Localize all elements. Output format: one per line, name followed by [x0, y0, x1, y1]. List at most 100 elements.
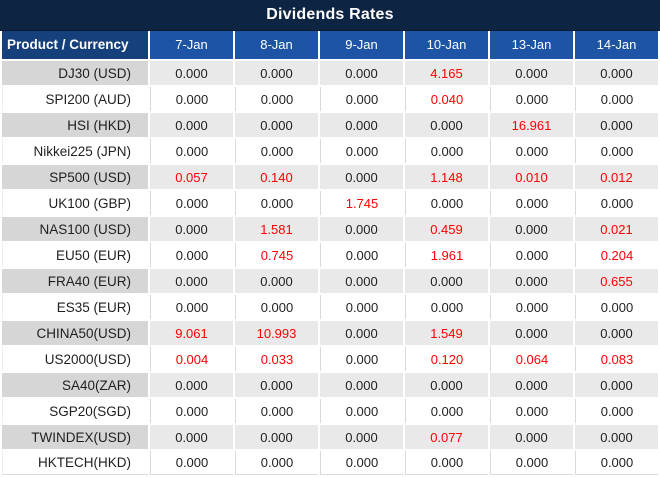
value-cell: 0.000 — [150, 139, 233, 163]
dividends-rates-table: Dividends Rates Product / Currency 7-Jan… — [0, 0, 660, 477]
value-cell: 0.000 — [575, 373, 658, 397]
value-cell: 0.057 — [150, 165, 233, 189]
value-cell: 0.012 — [575, 165, 658, 189]
value-cell: 0.000 — [490, 191, 573, 215]
value-cell: 0.000 — [575, 139, 658, 163]
product-cell: TWINDEX(USD) — [2, 425, 148, 449]
value-cell: 0.000 — [235, 191, 318, 215]
value-cell: 0.000 — [150, 425, 233, 449]
value-cell: 0.000 — [490, 139, 573, 163]
value-cell: 0.000 — [405, 191, 488, 215]
value-cell: 0.745 — [235, 243, 318, 267]
table-row: HKTECH(HKD) 0.000 0.000 0.000 0.000 0.000 0.00… — [2, 451, 658, 475]
value-cell: 0.000 — [405, 451, 488, 475]
product-cell: CHINA50(USD) — [2, 321, 148, 345]
table-row: SP500 (USD) 0.057 0.140 0.000 1.148 0.010 0.01… — [2, 165, 658, 189]
value-cell: 0.000 — [320, 61, 403, 85]
value-cell: 0.000 — [490, 61, 573, 85]
value-cell: 0.000 — [575, 113, 658, 137]
value-cell: 0.000 — [320, 139, 403, 163]
value-cell: 0.000 — [575, 87, 658, 111]
product-cell: SA40(ZAR) — [2, 373, 148, 397]
table-row: NAS100 (USD) 0.000 1.581 0.000 0.459 0.000 0.0… — [2, 217, 658, 241]
value-cell: 0.000 — [320, 165, 403, 189]
value-cell: 0.000 — [575, 61, 658, 85]
value-cell: 0.000 — [150, 87, 233, 111]
value-cell: 0.000 — [575, 451, 658, 475]
value-cell: 1.581 — [235, 217, 318, 241]
value-cell: 0.000 — [320, 243, 403, 267]
value-cell: 0.000 — [490, 451, 573, 475]
value-cell: 0.004 — [150, 347, 233, 371]
value-cell: 0.000 — [490, 321, 573, 345]
value-cell: 0.655 — [575, 269, 658, 293]
page-title: Dividends Rates — [266, 6, 394, 23]
value-cell: 0.000 — [490, 425, 573, 449]
value-cell: 0.010 — [490, 165, 573, 189]
value-cell: 0.000 — [490, 217, 573, 241]
value-cell: 0.000 — [320, 373, 403, 397]
table-row: SGP20(SGD) 0.000 0.000 0.000 0.000 0.000 0.000 — [2, 399, 658, 423]
value-cell: 10.993 — [235, 321, 318, 345]
table-row: TWINDEX(USD) 0.000 0.000 0.000 0.077 0.000 0.0… — [2, 425, 658, 449]
value-cell: 0.064 — [490, 347, 573, 371]
table-row: Nikkei225 (JPN) 0.000 0.000 0.000 0.000 0.000… — [2, 139, 658, 163]
value-cell: 1.549 — [405, 321, 488, 345]
value-cell: 0.000 — [235, 373, 318, 397]
table-row: FRA40 (EUR) 0.000 0.000 0.000 0.000 0.000 0.65… — [2, 269, 658, 293]
value-cell: 0.000 — [490, 373, 573, 397]
table-row: HSI (HKD) 0.000 0.000 0.000 0.000 16.961 0.000 — [2, 113, 658, 137]
product-cell: Nikkei225 (JPN) — [2, 139, 148, 163]
value-cell: 1.148 — [405, 165, 488, 189]
value-cell: 0.000 — [150, 113, 233, 137]
product-cell: FRA40 (EUR) — [2, 269, 148, 293]
value-cell: 0.000 — [320, 269, 403, 293]
value-cell: 0.000 — [405, 269, 488, 293]
value-cell: 0.083 — [575, 347, 658, 371]
value-cell: 0.000 — [235, 113, 318, 137]
table-row: SPI200 (AUD) 0.000 0.000 0.000 0.040 0.000 0.0… — [2, 87, 658, 111]
rates-table-body: DJ30 (USD) 0.000 0.000 0.000 4.165 0.000 0.000… — [2, 61, 658, 475]
product-currency-header: Product / Currency — [2, 31, 148, 59]
value-cell: 0.000 — [235, 399, 318, 423]
value-cell: 0.000 — [150, 451, 233, 475]
value-cell: 0.000 — [320, 399, 403, 423]
value-cell: 0.000 — [575, 321, 658, 345]
value-cell: 0.000 — [235, 295, 318, 319]
product-cell: DJ30 (USD) — [2, 61, 148, 85]
value-cell: 0.000 — [405, 373, 488, 397]
table-row: ES35 (EUR) 0.000 0.000 0.000 0.000 0.000 0.000 — [2, 295, 658, 319]
value-cell: 0.204 — [575, 243, 658, 267]
header-row: Product / Currency 7-Jan 8-Jan 9-Jan 10-Jan… — [0, 31, 660, 59]
value-cell: 0.000 — [320, 451, 403, 475]
table-row: SA40(ZAR) 0.000 0.000 0.000 0.000 0.000 0.000 — [2, 373, 658, 397]
value-cell: 0.000 — [150, 243, 233, 267]
value-cell: 0.000 — [575, 425, 658, 449]
table-row: DJ30 (USD) 0.000 0.000 0.000 4.165 0.000 0.000 — [2, 61, 658, 85]
value-cell: 0.000 — [320, 113, 403, 137]
value-cell: 0.000 — [235, 451, 318, 475]
value-cell: 0.000 — [235, 139, 318, 163]
value-cell: 0.000 — [150, 191, 233, 215]
table-row: CHINA50(USD) 9.061 10.993 0.000 1.549 0.000 0.… — [2, 321, 658, 345]
product-cell: ES35 (EUR) — [2, 295, 148, 319]
value-cell: 0.000 — [150, 373, 233, 397]
value-cell: 0.000 — [235, 425, 318, 449]
date-header: 8-Jan — [235, 31, 318, 59]
product-cell: EU50 (EUR) — [2, 243, 148, 267]
product-cell: UK100 (GBP) — [2, 191, 148, 215]
value-cell: 0.459 — [405, 217, 488, 241]
product-cell: NAS100 (USD) — [2, 217, 148, 241]
value-cell: 0.040 — [405, 87, 488, 111]
value-cell: 1.961 — [405, 243, 488, 267]
value-cell: 0.000 — [490, 399, 573, 423]
value-cell: 0.000 — [575, 295, 658, 319]
value-cell: 0.120 — [405, 347, 488, 371]
product-cell: SPI200 (AUD) — [2, 87, 148, 111]
value-cell: 0.000 — [405, 139, 488, 163]
value-cell: 0.000 — [150, 269, 233, 293]
value-cell: 0.000 — [320, 295, 403, 319]
product-cell: SGP20(SGD) — [2, 399, 148, 423]
value-cell: 0.033 — [235, 347, 318, 371]
value-cell: 0.000 — [405, 113, 488, 137]
